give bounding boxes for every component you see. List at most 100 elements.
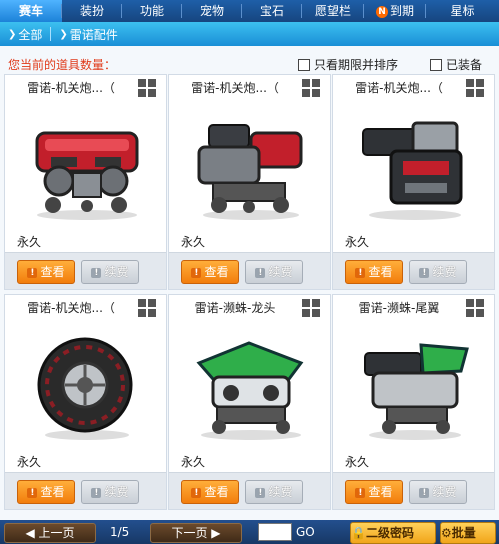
item-card[interactable]: 雷诺-机关炮...（ 永久 ! 查看 ! 续费 bbox=[4, 74, 167, 290]
alert-icon: ! bbox=[27, 267, 38, 278]
renew-button[interactable]: ! 续费 bbox=[409, 260, 467, 284]
alert-icon: ! bbox=[191, 267, 202, 278]
chevron-left-icon: ◀ bbox=[25, 526, 39, 540]
go-button[interactable]: GO bbox=[296, 523, 315, 541]
gear-icon: ⚙ bbox=[441, 526, 452, 540]
item-actions: ! 查看 ! 续费 bbox=[169, 472, 330, 509]
grid-icon[interactable] bbox=[138, 299, 156, 317]
chevron-right-icon: ❯ bbox=[59, 28, 68, 40]
renew-label: 续费 bbox=[432, 485, 457, 499]
alert-icon: ! bbox=[255, 487, 266, 498]
breadcrumb: ❯ 全部 ❯ 雷诺配件 bbox=[0, 22, 499, 46]
item-duration: 永久 bbox=[345, 455, 370, 469]
batch-label: 批量 bbox=[451, 526, 476, 540]
view-label: 查看 bbox=[40, 485, 65, 499]
item-count-label: 您当前的道具数量： bbox=[8, 58, 117, 72]
alert-icon: ! bbox=[91, 267, 102, 278]
renew-button[interactable]: ! 续费 bbox=[245, 480, 303, 504]
item-card[interactable]: 雷诺-濒蛛-龙头 永久 ! 查看 ! 续费 bbox=[168, 294, 331, 510]
tab-label: 宝石 bbox=[259, 4, 284, 18]
view-button[interactable]: ! 查看 bbox=[345, 480, 403, 504]
warehouse-window: 赛车 装扮 功能 宠物 宝石 愿望栏 N 到期 星标 ❯ 全部 ❯ 雷诺配件 您当前的… bbox=[0, 0, 499, 544]
item-card[interactable]: 雷诺-机关炮...（ 永久 ! 查看 ! 续费 bbox=[4, 294, 167, 510]
tab-label: 星标 bbox=[450, 4, 475, 18]
alert-icon: ! bbox=[355, 267, 366, 278]
view-button[interactable]: ! 查看 bbox=[17, 260, 75, 284]
view-label: 查看 bbox=[40, 265, 65, 279]
alert-icon: ! bbox=[91, 487, 102, 498]
renew-label: 续费 bbox=[104, 485, 129, 499]
wheel-icon bbox=[37, 337, 133, 440]
breadcrumb-current-label: 雷诺配件 bbox=[69, 27, 118, 42]
item-name: 雷诺-机关炮...（ bbox=[27, 301, 115, 315]
next-label: 下一页 bbox=[171, 526, 208, 540]
tab-expiring[interactable]: N 到期 bbox=[364, 0, 426, 22]
item-card[interactable]: 雷诺-机关炮...（ 永久 ! 查看 ! 续费 bbox=[332, 74, 495, 290]
renew-button[interactable]: ! 续费 bbox=[81, 480, 139, 504]
divider bbox=[50, 27, 52, 41]
item-actions: ! 查看 ! 续费 bbox=[5, 472, 166, 509]
tab-gem[interactable]: 宝石 bbox=[242, 0, 302, 22]
second-password-label: 二级密码 bbox=[365, 526, 414, 540]
renew-label: 续费 bbox=[104, 265, 129, 279]
new-badge-icon: N bbox=[375, 5, 388, 18]
breadcrumb-current[interactable]: ❯ 雷诺配件 bbox=[59, 26, 117, 43]
view-button[interactable]: ! 查看 bbox=[345, 260, 403, 284]
green-engine-icon bbox=[196, 341, 304, 440]
checkbox-box[interactable] bbox=[298, 58, 310, 71]
category-tabs: 赛车 装扮 功能 宠物 宝石 愿望栏 N 到期 星标 bbox=[0, 0, 499, 22]
alert-icon: ! bbox=[355, 487, 366, 498]
chevron-right-icon: ❯ bbox=[8, 28, 17, 40]
chevron-right-icon: ▶ bbox=[207, 526, 221, 540]
item-card[interactable]: 雷诺-濒蛛-尾翼 永久 ! 查看 ! 续费 bbox=[332, 294, 495, 510]
view-label: 查看 bbox=[204, 485, 229, 499]
tab-label: 愿望栏 bbox=[314, 4, 351, 18]
grid-icon[interactable] bbox=[302, 79, 320, 97]
tab-label: 赛车 bbox=[18, 4, 43, 18]
checkbox-box[interactable] bbox=[430, 58, 442, 71]
tab-racing-car[interactable]: 赛车 bbox=[0, 0, 62, 22]
cannon-icon bbox=[362, 121, 463, 220]
page-indicator: 1/5 bbox=[110, 525, 130, 539]
lock-icon: 🔒 bbox=[351, 526, 366, 540]
item-name: 雷诺-机关炮...（ bbox=[355, 81, 443, 95]
view-button[interactable]: ! 查看 bbox=[181, 480, 239, 504]
item-duration: 永久 bbox=[345, 235, 370, 249]
item-actions: ! 查看 ! 续费 bbox=[5, 252, 166, 289]
item-duration: 永久 bbox=[17, 455, 42, 469]
renew-button[interactable]: ! 续费 bbox=[81, 260, 139, 284]
tab-function[interactable]: 功能 bbox=[122, 0, 182, 22]
tab-outfit[interactable]: 装扮 bbox=[62, 0, 122, 22]
renew-button[interactable]: ! 续费 bbox=[245, 260, 303, 284]
batch-button[interactable]: ⚙批量 bbox=[440, 522, 496, 544]
renew-label: 续费 bbox=[268, 485, 293, 499]
breadcrumb-all-label: 全部 bbox=[18, 27, 43, 42]
second-password-button[interactable]: 🔒二级密码 bbox=[350, 522, 436, 544]
equipped-checkbox[interactable]: 已装备 bbox=[430, 56, 482, 73]
gun-engine-icon bbox=[197, 124, 303, 220]
grid-icon[interactable] bbox=[466, 79, 484, 97]
alert-icon: ! bbox=[419, 487, 430, 498]
item-name: 雷诺-机关炮...（ bbox=[27, 81, 115, 95]
equipped-label: 已装备 bbox=[446, 58, 483, 72]
view-label: 查看 bbox=[368, 485, 393, 499]
item-card[interactable]: 雷诺-机关炮...（ 永久 ! 查看 ! 续费 bbox=[168, 74, 331, 290]
tab-pet[interactable]: 宠物 bbox=[182, 0, 242, 22]
grid-icon[interactable] bbox=[466, 299, 484, 317]
tab-label: 装扮 bbox=[79, 4, 104, 18]
renew-button[interactable]: ! 续费 bbox=[409, 480, 467, 504]
page-input[interactable] bbox=[258, 523, 292, 541]
next-page-button[interactable]: 下一页 ▶ bbox=[150, 523, 242, 543]
prev-label: 上一页 bbox=[38, 526, 75, 540]
tab-wishlist[interactable]: 愿望栏 bbox=[302, 0, 364, 22]
only-expiring-checkbox[interactable]: 只看期限并排序 bbox=[298, 56, 398, 73]
view-button[interactable]: ! 查看 bbox=[17, 480, 75, 504]
grid-icon[interactable] bbox=[302, 299, 320, 317]
prev-page-button[interactable]: ◀ 上一页 bbox=[4, 523, 96, 543]
view-button[interactable]: ! 查看 bbox=[181, 260, 239, 284]
tab-starred[interactable]: 星标 bbox=[426, 0, 499, 22]
tab-label: 功能 bbox=[139, 4, 164, 18]
breadcrumb-all[interactable]: ❯ 全部 bbox=[8, 26, 42, 43]
grid-icon[interactable] bbox=[138, 79, 156, 97]
item-name: 雷诺-濒蛛-尾翼 bbox=[358, 301, 440, 315]
